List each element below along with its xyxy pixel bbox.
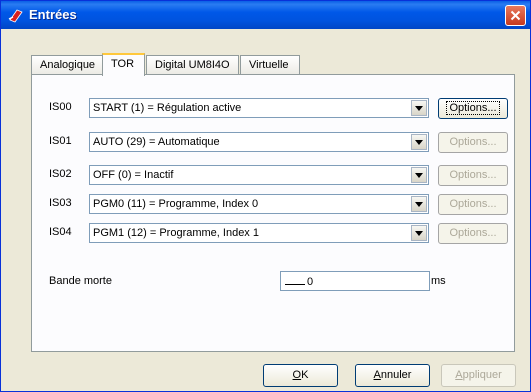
input-label-is03: IS03 <box>49 197 72 209</box>
tab-analogique[interactable]: Analogique <box>31 55 103 74</box>
input-label-is01: IS01 <box>49 135 72 147</box>
options-label: Options... <box>446 101 500 115</box>
dropdown-button[interactable] <box>411 100 427 116</box>
input-select-is00[interactable]: START (1) = Régulation active <box>89 98 429 118</box>
btn-mnemonic: A <box>455 369 463 381</box>
tab-panel-tor: IS00 START (1) = Régulation active Optio… <box>31 74 515 352</box>
chevron-down-icon <box>415 105 423 111</box>
dead-band-unit: ms <box>431 275 446 287</box>
options-button-is04[interactable]: Options... <box>438 223 508 244</box>
tab-tor[interactable]: TOR <box>102 53 145 76</box>
tab-digital[interactable]: Digital UM8I4O <box>146 55 239 74</box>
apply-button[interactable]: Appliquer <box>441 364 516 387</box>
options-label: Options... <box>449 136 497 148</box>
select-value: PGM1 (12) = Programme, Index 1 <box>93 227 259 239</box>
tab-label: Digital UM8I4O <box>155 59 230 71</box>
select-value: OFF (0) = Inactif <box>93 169 174 181</box>
input-label-is02: IS02 <box>49 168 72 180</box>
btn-text: ppliquer <box>462 369 502 381</box>
btn-mnemonic: O <box>292 369 302 381</box>
dropdown-button[interactable] <box>411 225 427 241</box>
input-select-is01[interactable]: AUTO (29) = Automatique <box>89 132 429 152</box>
options-label: Options... <box>449 169 497 181</box>
tab-label: Virtuelle <box>249 59 289 71</box>
chevron-down-icon <box>415 201 423 207</box>
cancel-button[interactable]: Annuler <box>355 364 430 387</box>
input-select-is04[interactable]: PGM1 (12) = Programme, Index 1 <box>89 223 429 243</box>
chevron-down-icon <box>415 230 423 236</box>
select-value: START (1) = Régulation active <box>93 102 242 114</box>
app-icon <box>8 9 23 23</box>
btn-mnemonic: A <box>373 369 381 381</box>
close-icon <box>510 10 521 21</box>
dialog-window: Entrées Analogique TOR Digital UM8I4O Vi… <box>0 0 531 392</box>
options-button-is00[interactable]: Options... <box>438 98 508 119</box>
dropdown-button[interactable] <box>411 167 427 183</box>
title-bar[interactable]: Entrées <box>1 1 530 29</box>
tab-virtuelle[interactable]: Virtuelle <box>240 55 300 74</box>
dead-band-value: 0 <box>307 276 314 288</box>
options-label: Options... <box>449 198 497 210</box>
options-label: Options... <box>449 227 497 239</box>
chevron-down-icon <box>415 172 423 178</box>
input-label-is04: IS04 <box>49 226 72 238</box>
select-value: PGM0 (11) = Programme, Index 0 <box>93 198 259 210</box>
dropdown-button[interactable] <box>411 196 427 212</box>
tab-label: Analogique <box>40 59 96 71</box>
window-title: Entrées <box>29 7 77 22</box>
ok-button[interactable]: OK <box>263 364 338 387</box>
options-button-is03[interactable]: Options... <box>438 194 508 215</box>
dead-band-label: Bande morte <box>49 275 112 287</box>
dead-band-input[interactable]: 0 <box>280 271 430 291</box>
dropdown-button[interactable] <box>411 134 427 150</box>
btn-text: nnuler <box>380 369 412 381</box>
input-select-is02[interactable]: OFF (0) = Inactif <box>89 165 429 185</box>
close-button[interactable] <box>505 5 526 26</box>
options-button-is01[interactable]: Options... <box>438 132 508 153</box>
input-underline <box>285 275 305 285</box>
tab-label: TOR <box>111 58 135 70</box>
chevron-down-icon <box>415 139 423 145</box>
input-select-is03[interactable]: PGM0 (11) = Programme, Index 0 <box>89 194 429 214</box>
input-label-is00: IS00 <box>49 101 72 113</box>
options-button-is02[interactable]: Options... <box>438 165 508 186</box>
select-value: AUTO (29) = Automatique <box>93 136 220 148</box>
btn-text: K <box>301 369 309 381</box>
